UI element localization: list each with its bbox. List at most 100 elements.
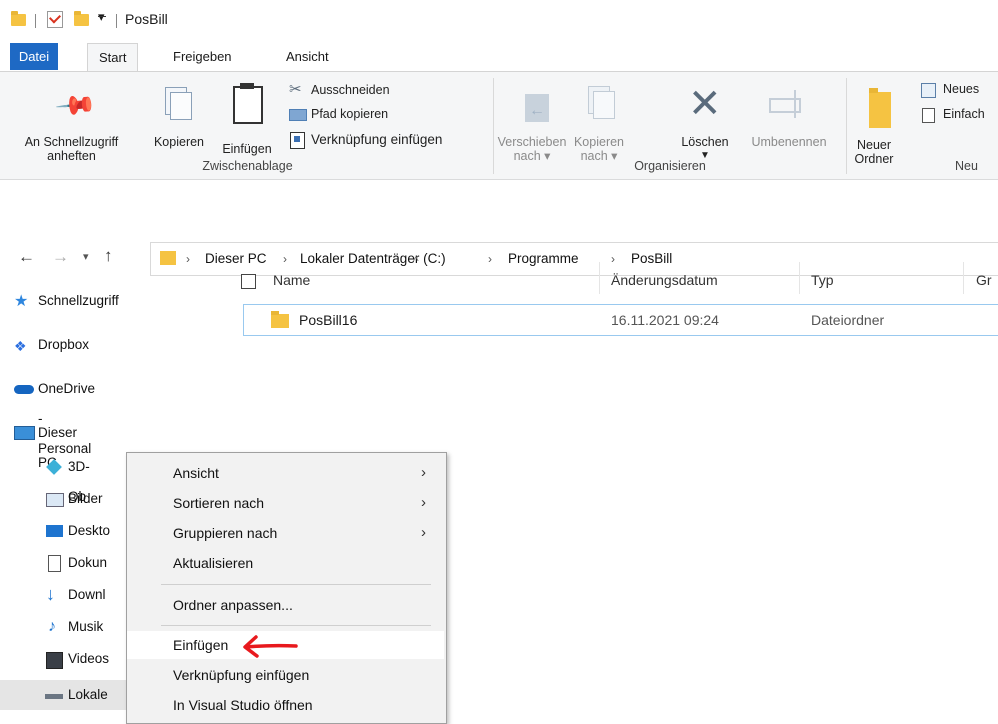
up-button[interactable]: ↑ (104, 246, 113, 266)
nav-label: Dokun (68, 555, 108, 570)
folder-icon (271, 314, 289, 328)
menu-item-ordner-anpassen[interactable]: Ordner anpassen... (127, 591, 444, 619)
menu-label: Gruppieren nach (173, 525, 278, 541)
folder-icon (160, 251, 176, 265)
music-note-icon: ♪ (48, 618, 56, 635)
easy-access-label: Einfach (943, 107, 985, 121)
nav-label: Schnellzugriff (38, 293, 119, 308)
new-folder-label-2: Ordner (854, 152, 894, 166)
customize-toolbar-icon[interactable]: ▾ (98, 9, 105, 25)
group-divider (846, 78, 847, 174)
move-to-button[interactable]: ← Verschieben nach ▾ (497, 78, 567, 163)
title-bar: ▾ PosBill (0, 0, 998, 40)
nav-label: Lokale (68, 687, 108, 702)
breadcrumb-local-disk[interactable]: Lokaler Datenträger (C:) (300, 251, 446, 266)
ribbon-tabs: Datei Start Freigeben Ansicht (0, 43, 998, 72)
recent-locations-button[interactable]: ▾ (83, 250, 89, 263)
group-clipboard: Zwischenablage (202, 159, 293, 173)
menu-item-aktualisieren[interactable]: Aktualisieren (127, 549, 444, 577)
divider (116, 14, 117, 28)
properties-icon[interactable] (47, 11, 63, 28)
chevron-right-icon: › (421, 494, 426, 511)
menu-separator (161, 584, 431, 585)
table-row[interactable]: PosBill16 16.11.2021 09:24 Dateiordner (243, 304, 998, 336)
menu-item-visual-studio[interactable]: In Visual Studio öffnen (127, 691, 444, 719)
new-item-label: Neues (943, 82, 980, 96)
film-icon (46, 652, 63, 669)
easy-access-button[interactable]: Einfach (921, 106, 998, 126)
download-arrow-icon: ↓ (46, 584, 55, 604)
nav-label: Dropbox (38, 337, 90, 352)
file-type: Dateiordner (811, 312, 885, 328)
column-divider[interactable] (963, 262, 964, 294)
copy-button[interactable]: Kopieren (144, 78, 214, 156)
new-folder-icon (869, 92, 891, 128)
breadcrumb-separator[interactable]: › (186, 252, 190, 266)
menu-label: Verknüpfung einfügen (173, 667, 310, 683)
breadcrumb-programme[interactable]: Programme (508, 251, 579, 266)
dropbox-icon: ❖ (14, 338, 27, 354)
menu-label: Einfügen (173, 637, 229, 653)
pin-icon: 📌 (54, 83, 99, 128)
paste-label: Einfügen (222, 142, 272, 156)
paste-shortcut-button[interactable]: Verknüpfung einfügen (289, 129, 489, 149)
rename-button[interactable]: Umbenennen (739, 78, 839, 156)
cloud-icon (14, 385, 34, 394)
copy-path-label: Pfad kopieren (311, 107, 389, 121)
new-item-button[interactable]: Neues (921, 81, 998, 101)
document-icon (48, 555, 61, 572)
tab-freigeben[interactable]: Freigeben (162, 43, 243, 70)
copy-to-label-1: Kopieren (573, 135, 625, 149)
breadcrumb-separator[interactable]: › (611, 252, 615, 266)
breadcrumb-dieser-pc[interactable]: Dieser PC (205, 251, 267, 266)
menu-item-gruppieren[interactable]: Gruppieren nach › (127, 519, 444, 547)
drive-icon (45, 694, 63, 699)
ribbon: 📌 An Schnellzugriff anheften Kopieren Ei… (0, 71, 998, 180)
cut-button[interactable]: ✂ Ausschneiden (289, 81, 489, 101)
menu-label: Sortieren nach (173, 495, 265, 511)
breadcrumb-posbill[interactable]: PosBill (631, 251, 672, 266)
column-header-name[interactable]: Name (273, 272, 310, 288)
copy-label: Kopieren (153, 135, 205, 149)
star-icon: ★ (14, 293, 29, 310)
new-folder-button[interactable]: Neuer Ordner (849, 78, 903, 166)
address-bar[interactable]: › Dieser PC › Lokaler Datenträger (C:) ›… (150, 242, 998, 276)
copy-to-button[interactable]: Kopieren nach ▾ (566, 78, 632, 163)
menu-label: In Visual Studio öffnen (173, 697, 313, 713)
pin-label-1: An Schnellzugriff (24, 135, 119, 149)
select-all-checkbox[interactable] (241, 274, 256, 289)
customize-toolbar-line (98, 16, 106, 17)
computer-icon (14, 426, 35, 440)
tab-datei[interactable]: Datei (10, 43, 58, 70)
delete-button[interactable]: ✕ Löschen ▼ (672, 78, 738, 161)
cut-label: Ausschneiden (311, 83, 390, 97)
tab-start[interactable]: Start (87, 43, 139, 72)
menu-separator (161, 625, 431, 626)
file-date: 16.11.2021 09:24 (611, 312, 719, 328)
paste-button[interactable]: Einfügen (214, 78, 280, 156)
column-header-type[interactable]: Typ (811, 272, 834, 288)
group-divider (493, 78, 494, 174)
menu-item-sortieren[interactable]: Sortieren nach › (127, 489, 444, 517)
tab-ansicht[interactable]: Ansicht (275, 43, 340, 70)
column-divider[interactable] (599, 262, 600, 294)
breadcrumb-separator[interactable]: › (488, 252, 492, 266)
pin-quick-access-button[interactable]: 📌 An Schnellzugriff anheften (0, 78, 143, 163)
scissors-icon: ✂ (289, 81, 302, 98)
breadcrumb-separator[interactable]: › (283, 252, 287, 266)
new-folder-label-1: Neuer (856, 138, 892, 152)
copy-path-button[interactable]: Pfad kopieren (289, 105, 489, 125)
menu-item-ansicht[interactable]: Ansicht › (127, 459, 444, 487)
back-button[interactable]: ← (18, 247, 35, 267)
nav-local-disk[interactable]: Lokale (0, 680, 128, 710)
delete-x-icon: ✕ (688, 82, 722, 126)
menu-item-verknuepfung-einfuegen[interactable]: Verknüpfung einfügen (127, 661, 444, 689)
pictures-icon (46, 493, 64, 507)
file-name: PosBill16 (299, 312, 358, 328)
forward-button[interactable]: → (52, 247, 69, 267)
column-header-size[interactable]: Gr (976, 272, 992, 288)
column-header-date[interactable]: Änderungsdatum (611, 272, 718, 288)
column-divider[interactable] (799, 262, 800, 294)
new-folder-icon[interactable] (74, 11, 89, 26)
window-title: PosBill (125, 11, 168, 27)
